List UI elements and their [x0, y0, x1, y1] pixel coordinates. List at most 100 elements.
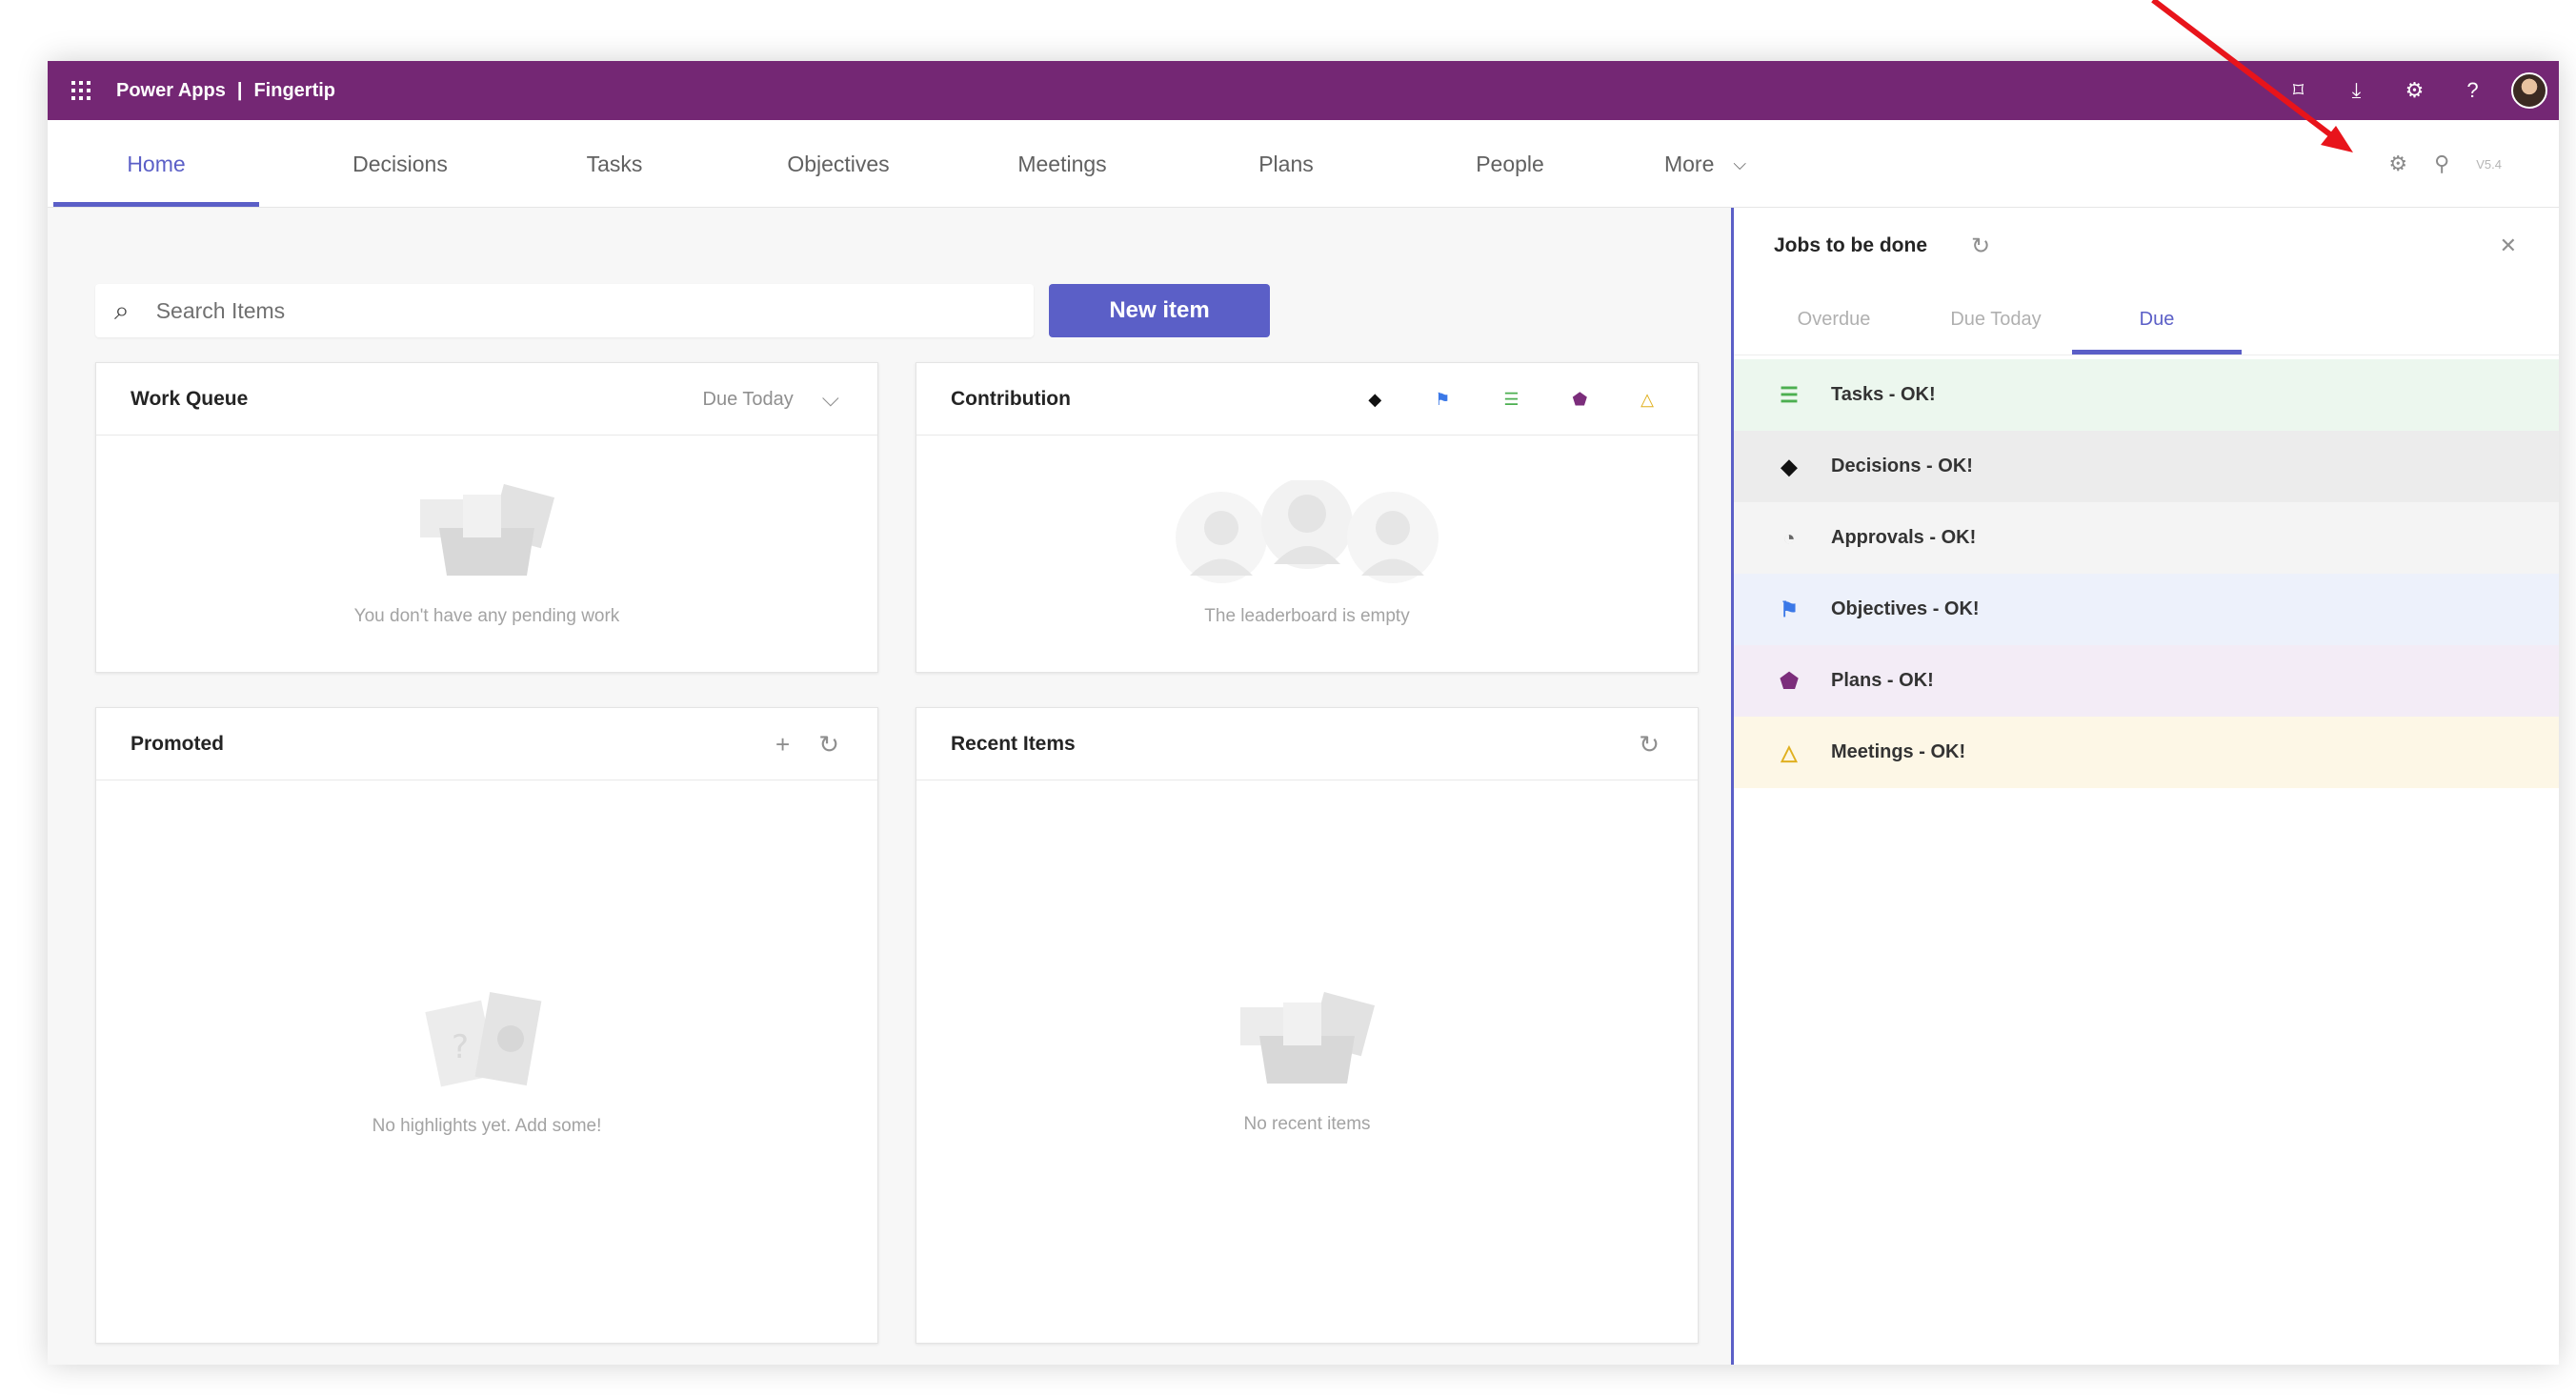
contribution-filters: ◆ ⚑ ☰ ⬟ △ [1368, 363, 1654, 436]
tab-overdue[interactable]: Overdue [1762, 284, 1905, 355]
job-label: Decisions - OK! [1831, 456, 1973, 476]
app-name: Power Apps [116, 79, 226, 101]
job-label: Meetings - OK! [1831, 741, 1966, 762]
job-row-approvals[interactable]: ◔ Approvals - OK! [1734, 502, 2559, 574]
work-queue-card: Work Queue Due Today ⌵ You don't have an… [95, 362, 878, 673]
download-icon[interactable]: ⤓ [2327, 61, 2385, 120]
highlights-illustration: ? [425, 991, 542, 1087]
tasks-icon: ☰ [1780, 382, 1799, 407]
objectives-icon[interactable]: ⚑ [1435, 390, 1450, 410]
work-queue-filter[interactable]: Due Today ⌵ [703, 363, 839, 436]
close-icon[interactable]: ✕ [2500, 233, 2517, 258]
app-title: Power Apps | Fingertip [116, 80, 335, 102]
card-header: Contribution ◆ ⚑ ☰ ⬟ △ [916, 363, 1698, 436]
job-row-tasks[interactable]: ☰ Tasks - OK! [1734, 359, 2559, 431]
plans-icon: ⬟ [1780, 668, 1799, 693]
avatar[interactable] [2511, 72, 2547, 109]
jobs-panel: Jobs to be done ↻ ✕ Overdue Due Today Du… [1731, 208, 2559, 1365]
promoted-actions: + ↻ [775, 708, 839, 780]
jobs-tabs: Overdue Due Today Due [1734, 284, 2559, 355]
top-bar: Power Apps | Fingertip ⌑ ⤓ ⚙ ? [48, 61, 2559, 120]
decisions-icon: ◆ [1781, 454, 1798, 478]
help-icon[interactable]: ? [2444, 61, 2502, 120]
tab-plans[interactable]: Plans [1200, 120, 1372, 208]
empty-message: No recent items [1243, 1114, 1371, 1134]
jobs-list: ☰ Tasks - OK! ◆ Decisions - OK! ◔ Approv… [1734, 359, 2559, 788]
tab-home[interactable]: Home [53, 120, 259, 208]
meetings-icon[interactable]: △ [1640, 390, 1654, 410]
job-label: Plans - OK! [1831, 670, 1934, 691]
main-content: ⌕ New item Work Queue Due Today ⌵ You do… [48, 208, 1731, 1365]
add-icon[interactable]: + [775, 730, 790, 760]
tab-more-label: More [1663, 151, 1715, 176]
tab-more[interactable]: More ⌵ [1629, 120, 1781, 208]
tab-due[interactable]: Due [2072, 284, 2242, 355]
tab-due-today[interactable]: Due Today [1915, 284, 2077, 355]
empty-message: No highlights yet. Add some! [372, 1116, 602, 1136]
app-subtitle: Fingertip [253, 79, 335, 101]
card-body: The leaderboard is empty [916, 436, 1698, 672]
tab-decisions[interactable]: Decisions [314, 120, 486, 208]
filter-label: Due Today [702, 388, 794, 410]
card-header: Work Queue Due Today ⌵ [96, 363, 877, 436]
job-label: Objectives - OK! [1831, 598, 1980, 619]
app-title-separator: | [236, 79, 243, 101]
card-body: ? No highlights yet. Add some! [96, 780, 877, 1343]
tab-objectives[interactable]: Objectives [753, 120, 924, 208]
svg-text:?: ? [452, 1028, 469, 1066]
refresh-icon[interactable]: ↻ [1971, 233, 1990, 260]
contribution-card: Contribution ◆ ⚑ ☰ ⬟ △ The leaderboard i… [916, 362, 1699, 673]
empty-message: The leaderboard is empty [1204, 606, 1410, 626]
recent-folder-illustration [1240, 991, 1376, 1084]
top-bar-actions: ⌑ ⤓ ⚙ ? [2269, 61, 2559, 120]
active-tab-indicator [53, 202, 259, 207]
present-icon[interactable]: ⌑ [2269, 61, 2327, 120]
tab-meetings[interactable]: Meetings [976, 120, 1148, 208]
app-window: Power Apps | Fingertip ⌑ ⤓ ⚙ ? Home Deci… [48, 61, 2559, 1365]
chevron-down-icon: ⌵ [1733, 153, 1747, 173]
recent-actions: ↻ [1639, 708, 1660, 780]
card-header: Recent Items ↻ [916, 708, 1698, 780]
chevron-down-icon: ⌵ [821, 386, 839, 412]
card-body: No recent items [916, 780, 1698, 1343]
gear-icon[interactable]: ⚙ [2388, 152, 2407, 176]
card-title: Recent Items [951, 732, 1076, 755]
card-title: Work Queue [131, 387, 249, 410]
job-row-objectives[interactable]: ⚑ Objectives - OK! [1734, 574, 2559, 645]
job-label: Approvals - OK! [1831, 527, 1977, 548]
search-input[interactable] [155, 297, 918, 324]
nav-right-actions: ⚙ ⚲ V5.4 [2388, 120, 2502, 208]
approvals-icon: ◔ [1782, 525, 1796, 550]
empty-folder-illustration [420, 483, 555, 576]
empty-message: You don't have any pending work [353, 606, 620, 626]
decisions-icon[interactable]: ◆ [1368, 390, 1381, 410]
plans-icon[interactable]: ⬟ [1573, 390, 1588, 410]
job-row-meetings[interactable]: △ Meetings - OK! [1734, 717, 2559, 788]
promoted-card: Promoted + ↻ ? No highlights yet. Add so… [95, 707, 878, 1344]
tab-tasks[interactable]: Tasks [543, 120, 686, 208]
refresh-icon[interactable]: ↻ [1639, 730, 1660, 760]
meetings-icon: △ [1781, 740, 1798, 764]
card-body: You don't have any pending work [96, 436, 877, 672]
new-item-button[interactable]: New item [1049, 284, 1270, 337]
tasks-icon[interactable]: ☰ [1503, 390, 1519, 410]
tags-icon[interactable]: ⚲ [2434, 152, 2449, 176]
app-launcher-icon[interactable] [48, 61, 114, 120]
card-header: Promoted + ↻ [96, 708, 877, 780]
settings-icon[interactable]: ⚙ [2385, 61, 2444, 120]
search-icon: ⌕ [114, 294, 130, 325]
version-label: V5.4 [2476, 156, 2502, 172]
refresh-icon[interactable]: ↻ [818, 730, 839, 760]
card-title: Contribution [951, 387, 1071, 410]
job-label: Tasks - OK! [1831, 384, 1936, 405]
recent-items-card: Recent Items ↻ No recent items [916, 707, 1699, 1344]
leaderboard-illustration [1176, 480, 1439, 583]
jobs-panel-title: Jobs to be done [1774, 234, 1928, 256]
search-box[interactable]: ⌕ [95, 284, 1034, 337]
job-row-decisions[interactable]: ◆ Decisions - OK! [1734, 431, 2559, 502]
objectives-icon: ⚑ [1780, 597, 1799, 621]
nav-bar: Home Decisions Tasks Objectives Meetings… [48, 120, 2559, 208]
card-title: Promoted [131, 732, 225, 755]
tab-people[interactable]: People [1424, 120, 1596, 208]
job-row-plans[interactable]: ⬟ Plans - OK! [1734, 645, 2559, 717]
